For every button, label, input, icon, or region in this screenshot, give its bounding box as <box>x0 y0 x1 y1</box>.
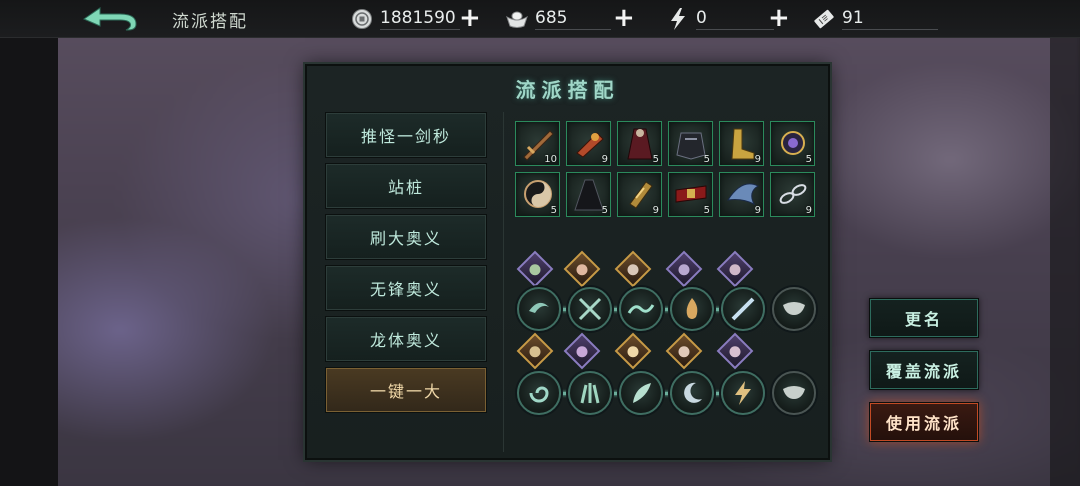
ticket-counter: 91 <box>812 5 938 33</box>
ingot-value: 685 <box>535 8 611 30</box>
equip-slot[interactable]: 5 <box>566 172 611 217</box>
spiral-skill-icon <box>529 386 549 403</box>
back-button[interactable] <box>80 5 140 33</box>
page-title: 流派搭配 <box>172 12 248 32</box>
skill-slot[interactable] <box>619 371 663 415</box>
equip-slot[interactable]: 9 <box>566 121 611 166</box>
coin-value: 1881590 <box>380 8 460 30</box>
skill-slot[interactable] <box>568 287 612 331</box>
hero-portrait[interactable] <box>665 332 703 370</box>
coin-icon <box>350 7 374 31</box>
passive-skill-slot[interactable] <box>772 371 816 415</box>
tab-loadout-3[interactable]: 刷大奥义 <box>325 214 487 260</box>
screen-edge-left <box>0 0 58 486</box>
top-bar: 流派搭配 1881590 + 685 + 0 + 91 <box>0 0 1080 38</box>
equip-slot[interactable]: 5 <box>617 121 662 166</box>
mask-skill-icon <box>783 302 805 315</box>
panel-divider <box>503 112 504 452</box>
tab-loadout-1[interactable]: 推怪一剑秒 <box>325 112 487 158</box>
stamina-counter: 0 <box>666 5 774 33</box>
hero-portrait[interactable] <box>563 332 601 370</box>
panel-title: 流派搭配 <box>515 78 620 102</box>
equip-slot[interactable]: 9 <box>719 121 764 166</box>
bolt-skill-icon <box>735 381 751 405</box>
stamina-value: 0 <box>696 8 774 30</box>
equip-slot[interactable]: 5 <box>668 172 713 217</box>
tab-loadout-4[interactable]: 无锋奥义 <box>325 265 487 311</box>
wave-skill-icon <box>627 304 655 314</box>
hero-portrait[interactable] <box>614 250 652 288</box>
equip-slot[interactable]: 9 <box>770 172 815 217</box>
tab-loadout-2[interactable]: 站桩 <box>325 163 487 209</box>
skill-slot[interactable] <box>670 371 714 415</box>
ingot-icon <box>505 7 529 31</box>
ticket-value: 91 <box>842 8 938 30</box>
equip-slot[interactable]: 10 <box>515 121 560 166</box>
add-ingot-button[interactable]: + <box>613 5 635 31</box>
equip-slot[interactable]: 5 <box>668 121 713 166</box>
ingot-counter: 685 <box>505 5 611 33</box>
add-coin-button[interactable]: + <box>459 5 481 31</box>
skill-slot[interactable] <box>721 287 765 331</box>
tab-loadout-6[interactable]: 一键一大 <box>325 367 487 413</box>
slash-skill-icon <box>731 297 755 321</box>
hero-portrait[interactable] <box>665 250 703 288</box>
coin-counter: 1881590 <box>350 5 460 33</box>
back-arrow-icon <box>82 7 137 31</box>
loadout-panel: 流派搭配 推怪一剑秒 站桩 刷大奥义 无锋奥义 龙体奥义 一键一大 10 9 5… <box>305 64 830 460</box>
cross-blade-skill-icon <box>578 297 602 321</box>
hero-portrait[interactable] <box>716 332 754 370</box>
hero-portrait[interactable] <box>716 250 754 288</box>
overwrite-loadout-button[interactable]: 覆盖流派 <box>869 350 979 390</box>
tab-loadout-5[interactable]: 龙体奥义 <box>325 316 487 362</box>
hero-portrait[interactable] <box>563 250 601 288</box>
mask-skill-icon <box>783 386 805 399</box>
equip-slot[interactable]: 9 <box>617 172 662 217</box>
hero-portrait[interactable] <box>516 250 554 288</box>
skill-slot[interactable] <box>517 371 561 415</box>
crescent-skill-icon <box>529 302 549 313</box>
skill-slot[interactable] <box>721 371 765 415</box>
skill-slot[interactable] <box>568 371 612 415</box>
equip-slot[interactable]: 9 <box>719 172 764 217</box>
feather-skill-icon <box>633 383 651 403</box>
ticket-icon <box>812 7 836 31</box>
rename-button[interactable]: 更名 <box>869 298 979 338</box>
screen-edge-right <box>1050 0 1080 486</box>
skill-slot[interactable] <box>670 287 714 331</box>
skill-slot[interactable] <box>619 287 663 331</box>
add-stamina-button[interactable]: + <box>768 5 790 31</box>
passive-skill-slot[interactable] <box>772 287 816 331</box>
equip-slot[interactable]: 5 <box>770 121 815 166</box>
skill-slot[interactable] <box>517 287 561 331</box>
flame-skill-icon <box>686 298 698 319</box>
equip-slot[interactable]: 5 <box>515 172 560 217</box>
hero-portrait[interactable] <box>614 332 652 370</box>
grass-skill-icon <box>580 383 600 404</box>
lightning-icon <box>666 7 690 31</box>
use-loadout-button[interactable]: 使用流派 <box>869 402 979 442</box>
hero-portrait[interactable] <box>516 332 554 370</box>
moon-skill-icon <box>684 382 702 403</box>
